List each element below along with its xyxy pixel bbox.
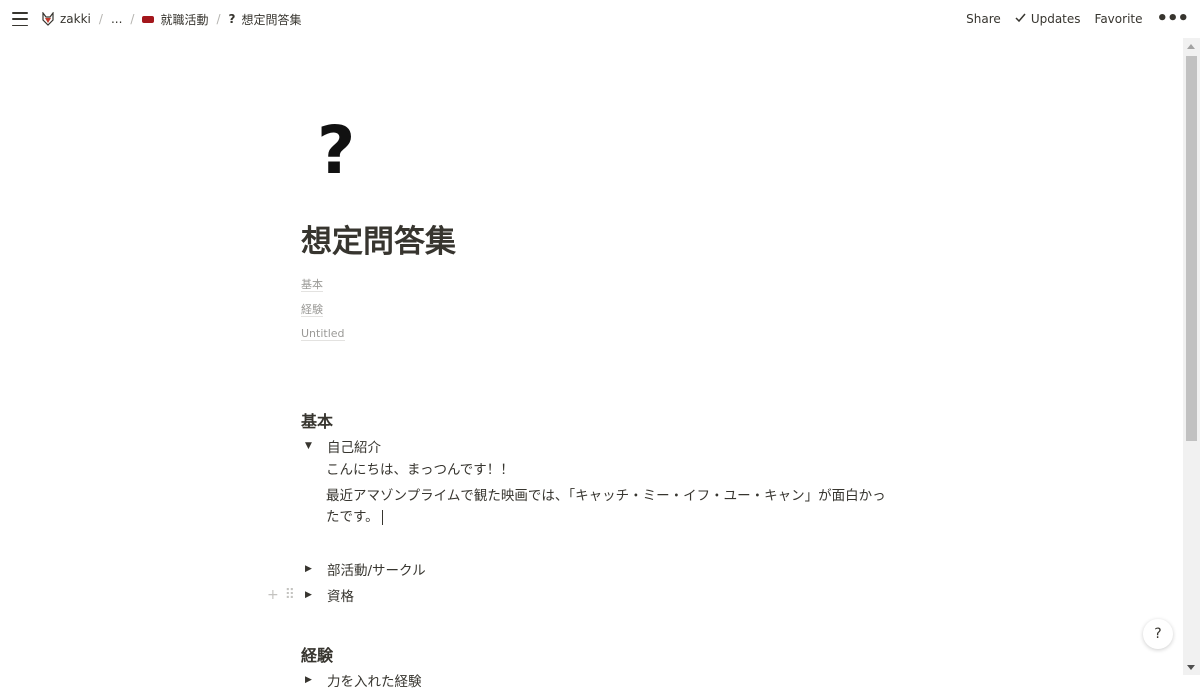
toggle-block[interactable]: ▶ 部活動/サークル [301,559,426,579]
page-icon[interactable]: ? [317,118,355,184]
toc-label: 基本 [301,278,323,292]
toggle-label[interactable]: 力を入れた経験 [327,670,422,690]
breadcrumb-workspace[interactable]: zakki [42,11,91,26]
block-handle[interactable]: + ⠿ [267,587,295,603]
breadcrumb: zakki / ... / 就職活動 / ? 想定問答集 [42,11,301,28]
breadcrumb-separator: / [130,12,135,26]
topbar-actions: Share Updates Favorite ••• [966,0,1189,38]
breadcrumb-separator: / [216,12,221,26]
sidebar-menu-icon[interactable] [12,12,28,26]
breadcrumb-label: 想定問答集 [241,12,302,27]
toggle-block[interactable]: ▶ 力を入れた経験 [301,670,422,690]
paragraph[interactable]: こんにちは、まっつんです！！ [326,460,886,481]
section-heading[interactable]: 経験 [301,642,333,666]
toggle-label[interactable]: 部活動/サークル [327,559,426,579]
add-block-icon[interactable]: + [267,587,279,603]
toggle-closed-icon[interactable]: ▶ [305,590,327,600]
drag-handle-icon[interactable]: ⠿ [285,587,295,603]
share-label: Share [966,12,1001,26]
toggle-block[interactable]: + ⠿ ▶ 資格 [267,585,354,605]
paragraph-text: 最近アマゾンプライムで観た映画では、「キャッチ・ミー・イフ・ユー・キャン」が面白… [326,488,886,525]
breadcrumb-label: zakki [60,12,91,26]
updates-label: Updates [1030,12,1081,26]
updates-button[interactable]: Updates [1015,12,1081,26]
share-button[interactable]: Share [966,12,1001,26]
breadcrumb-separator: / [98,12,103,26]
scrollbar-thumb[interactable] [1186,56,1197,441]
toggle-label[interactable]: 資格 [327,585,354,605]
scrollbar[interactable] [1183,38,1200,675]
toggle-open-icon[interactable]: ▼ [305,441,327,451]
text-cursor [381,509,383,525]
favorite-button[interactable]: Favorite [1095,12,1143,26]
breadcrumb-ellipsis[interactable]: ... [111,12,122,26]
table-of-contents: 基本 経験 Untitled [301,278,345,352]
toc-item[interactable]: Untitled [301,327,345,352]
check-icon [1015,12,1026,26]
breadcrumb-label: ... [110,12,123,26]
breadcrumb-job-hunting[interactable]: 就職活動 [142,11,208,28]
toc-item[interactable]: 経験 [301,302,345,328]
page-title[interactable]: 想定問答集 [301,216,456,261]
scroll-down-icon[interactable] [1187,665,1195,670]
breadcrumb-current-page[interactable]: ? 想定問答集 [229,11,302,28]
toc-item[interactable]: 基本 [301,278,345,303]
paragraph[interactable]: 最近アマゾンプライムで観た映画では、「キャッチ・ミー・イフ・ユー・キャン」が面白… [326,486,886,528]
toggle-content: こんにちは、まっつんです！！ 最近アマゾンプライムで観た映画では、「キャッチ・ミ… [326,460,886,533]
toggle-label[interactable]: 自己紹介 [327,436,381,456]
toggle-closed-icon[interactable]: ▶ [305,564,327,574]
toc-label: Untitled [301,327,345,341]
favorite-label: Favorite [1094,12,1143,26]
fox-icon [42,11,54,26]
toc-label: 経験 [301,302,323,317]
more-options-icon[interactable]: ••• [1156,10,1189,28]
breadcrumb-label: 就職活動 [160,12,209,27]
question-mark-icon: ? [228,12,236,26]
section-heading[interactable]: 基本 [301,408,333,432]
topbar: zakki / ... / 就職活動 / ? 想定問答集 Share Updat… [0,0,1200,38]
folder-icon [142,15,155,23]
scroll-up-icon[interactable] [1187,44,1195,49]
help-button[interactable]: ? [1143,619,1173,649]
toggle-closed-icon[interactable]: ▶ [305,675,327,685]
toggle-block[interactable]: ▼ 自己紹介 [301,436,381,456]
